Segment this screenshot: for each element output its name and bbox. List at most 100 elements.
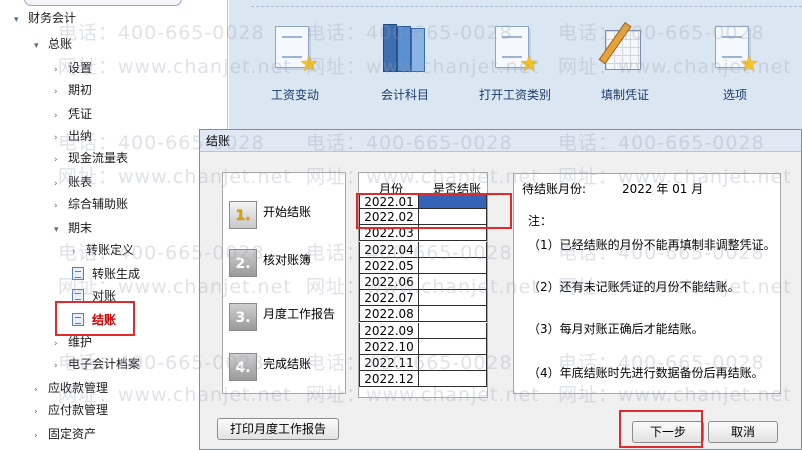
expand-arrow-icon: ▾ — [34, 41, 39, 51]
month-row[interactable]: 2022.11 — [359, 355, 487, 371]
print-monthly-report-button[interactable]: 打印月度工作报告 — [217, 418, 339, 440]
chevron-right-icon: › — [54, 133, 58, 143]
step-number-icon: 4. — [229, 353, 257, 381]
quick-chart-of-accounts[interactable]: 会计科目 — [365, 22, 445, 103]
month-row[interactable]: 2022.04 — [359, 241, 487, 258]
month-cell: 2022.05 — [359, 257, 419, 274]
quick-open-payroll-category[interactable]: ★ 打开工资类别 — [475, 22, 555, 103]
chevron-right-icon: › — [54, 65, 58, 75]
pen-notebook-icon — [598, 22, 651, 78]
note-item: （3）每月对账正确后才能结账。 — [528, 322, 704, 336]
dialog-title: 结账 — [200, 130, 801, 152]
closed-status-cell — [419, 209, 487, 226]
tree-item-transfer-definition[interactable]: › 转账定义 — [72, 240, 134, 260]
tree-item-settings[interactable]: › 设置 — [54, 58, 92, 78]
month-table-header: 月份 是否结账 — [359, 173, 487, 196]
page-star-icon: ★ — [269, 22, 321, 78]
month-row[interactable]: 2022.12 — [359, 371, 487, 388]
month-cell: 2022.01 — [359, 193, 419, 209]
chevron-right-icon: › — [54, 155, 58, 165]
tree-item-auxiliary[interactable]: › 综合辅助账 — [54, 194, 128, 214]
wizard-steps-panel: 1. 开始结账 2. 核对账簿 3. 月度工作报告 4. 完成结账 — [222, 172, 346, 394]
document-icon — [72, 289, 84, 302]
closed-status-cell — [419, 225, 487, 242]
month-cell: 2022.04 — [359, 241, 419, 258]
tree-search-input[interactable] — [24, 0, 182, 6]
chevron-right-icon: › — [54, 339, 58, 349]
tree-item-maintenance[interactable]: › 维护 — [54, 332, 92, 352]
step-number-icon: 2. — [229, 249, 257, 277]
page-star-icon: ★ — [489, 22, 541, 78]
chevron-right-icon: › — [54, 179, 58, 189]
pending-month-label: 待结账月份: — [522, 182, 587, 196]
tree-item-opening[interactable]: › 期初 — [54, 80, 92, 100]
tree-item-general-ledger[interactable]: ▾ 总账 — [34, 34, 72, 54]
chevron-right-icon: › — [34, 431, 38, 441]
month-cell: 2022.06 — [359, 274, 419, 290]
chevron-right-icon: › — [54, 201, 58, 211]
closed-status-cell — [419, 355, 487, 371]
tree-item-e-archive[interactable]: › 电子会计档案 — [54, 354, 140, 374]
month-row[interactable]: 2022.05 — [359, 257, 487, 274]
chevron-right-icon: › — [34, 407, 38, 417]
tree-item-voucher[interactable]: › 凭证 — [54, 104, 92, 124]
month-row[interactable]: 2022.07 — [359, 290, 487, 307]
page-star-icon: ★ — [709, 22, 761, 78]
tree-item-transfer-generate[interactable]: 转账生成 — [72, 264, 140, 284]
books-icon — [379, 22, 431, 78]
chevron-right-icon: › — [54, 361, 58, 371]
tree-item-reports[interactable]: › 账表 — [54, 172, 92, 192]
document-icon — [72, 267, 84, 280]
closed-status-cell — [419, 322, 487, 339]
tree-item-fixed-assets[interactable]: › 固定资产 — [34, 424, 96, 444]
tree-item-cash-flow[interactable]: › 现金流量表 — [54, 148, 128, 168]
tree-item-reconcile[interactable]: 对账 — [72, 286, 116, 306]
month-cell: 2022.07 — [359, 290, 419, 307]
note-item: （1）已经结账的月份不能再填制非调整凭证。 — [528, 238, 776, 252]
month-row[interactable]: 2022.03 — [359, 225, 487, 242]
closed-status-cell — [419, 257, 487, 274]
month-row[interactable]: 2022.09 — [359, 322, 487, 339]
tree-item-close-period[interactable]: 结账 — [72, 310, 116, 330]
chevron-right-icon: › — [54, 87, 58, 97]
tree-item-receivables[interactable]: › 应收款管理 — [34, 378, 108, 398]
quick-fill-voucher[interactable]: 填制凭证 — [585, 22, 665, 103]
month-row[interactable]: 2022.06 — [359, 274, 487, 290]
month-row[interactable]: 2022.02 — [359, 209, 487, 226]
note-title: 注： — [528, 214, 553, 228]
month-cell: 2022.10 — [359, 338, 419, 355]
month-cell: 2022.02 — [359, 209, 419, 226]
document-icon — [72, 313, 84, 326]
cancel-button[interactable]: 取消 — [708, 421, 778, 443]
step-number-icon: 1. — [229, 201, 257, 229]
tree-item-cashier[interactable]: › 出纳 — [54, 126, 92, 146]
quick-payroll-change[interactable]: ★ 工资变动 — [255, 22, 335, 103]
divider — [251, 6, 802, 7]
tree-item-period-end[interactable]: ▾ 期末 — [54, 218, 92, 238]
month-row[interactable]: 2022.10 — [359, 338, 487, 355]
navigation-tree: ▾ 财务会计 ▾ 总账 › 设置 › 期初 › 凭证 › 出纳 › 现金流量表 › 账表 › 综合… — [0, 0, 228, 450]
quick-options[interactable]: ★ 选项 — [695, 22, 775, 103]
notes-panel: 待结账月份: 2022 年 01 月 注： （1）已经结账的月份不能再填制非调整… — [513, 173, 781, 394]
month-cell: 2022.09 — [359, 322, 419, 339]
chevron-right-icon: › — [34, 385, 38, 395]
closed-status-cell — [419, 371, 487, 388]
month-cell: 2022.11 — [359, 355, 419, 371]
step-number-icon: 3. — [229, 303, 257, 331]
chevron-right-icon: › — [54, 111, 58, 121]
pending-month-value: 2022 年 01 月 — [622, 182, 704, 196]
close-period-dialog: 结账 1. 开始结账 2. 核对账簿 3. 月度工作报告 4. 完成结账 月份 … — [199, 129, 802, 450]
month-cell: 2022.03 — [359, 225, 419, 242]
tree-item-financial-accounting[interactable]: ▾ 财务会计 — [14, 8, 76, 28]
tree-item-payables[interactable]: › 应付款管理 — [34, 400, 108, 420]
next-step-button[interactable]: 下一步 — [632, 421, 704, 443]
closed-status-cell — [419, 338, 487, 355]
closed-status-cell — [419, 290, 487, 307]
closed-status-cell — [419, 193, 487, 209]
expand-arrow-icon: ▾ — [14, 15, 19, 25]
month-cell: 2022.12 — [359, 371, 419, 388]
month-row[interactable]: 2022.08 — [359, 306, 487, 323]
closed-status-cell — [419, 274, 487, 290]
month-table: 月份 是否结账 2022.01 2022.02 2022.03 2022.04 2022… — [358, 172, 488, 398]
month-row[interactable]: 2022.01 — [359, 193, 487, 209]
